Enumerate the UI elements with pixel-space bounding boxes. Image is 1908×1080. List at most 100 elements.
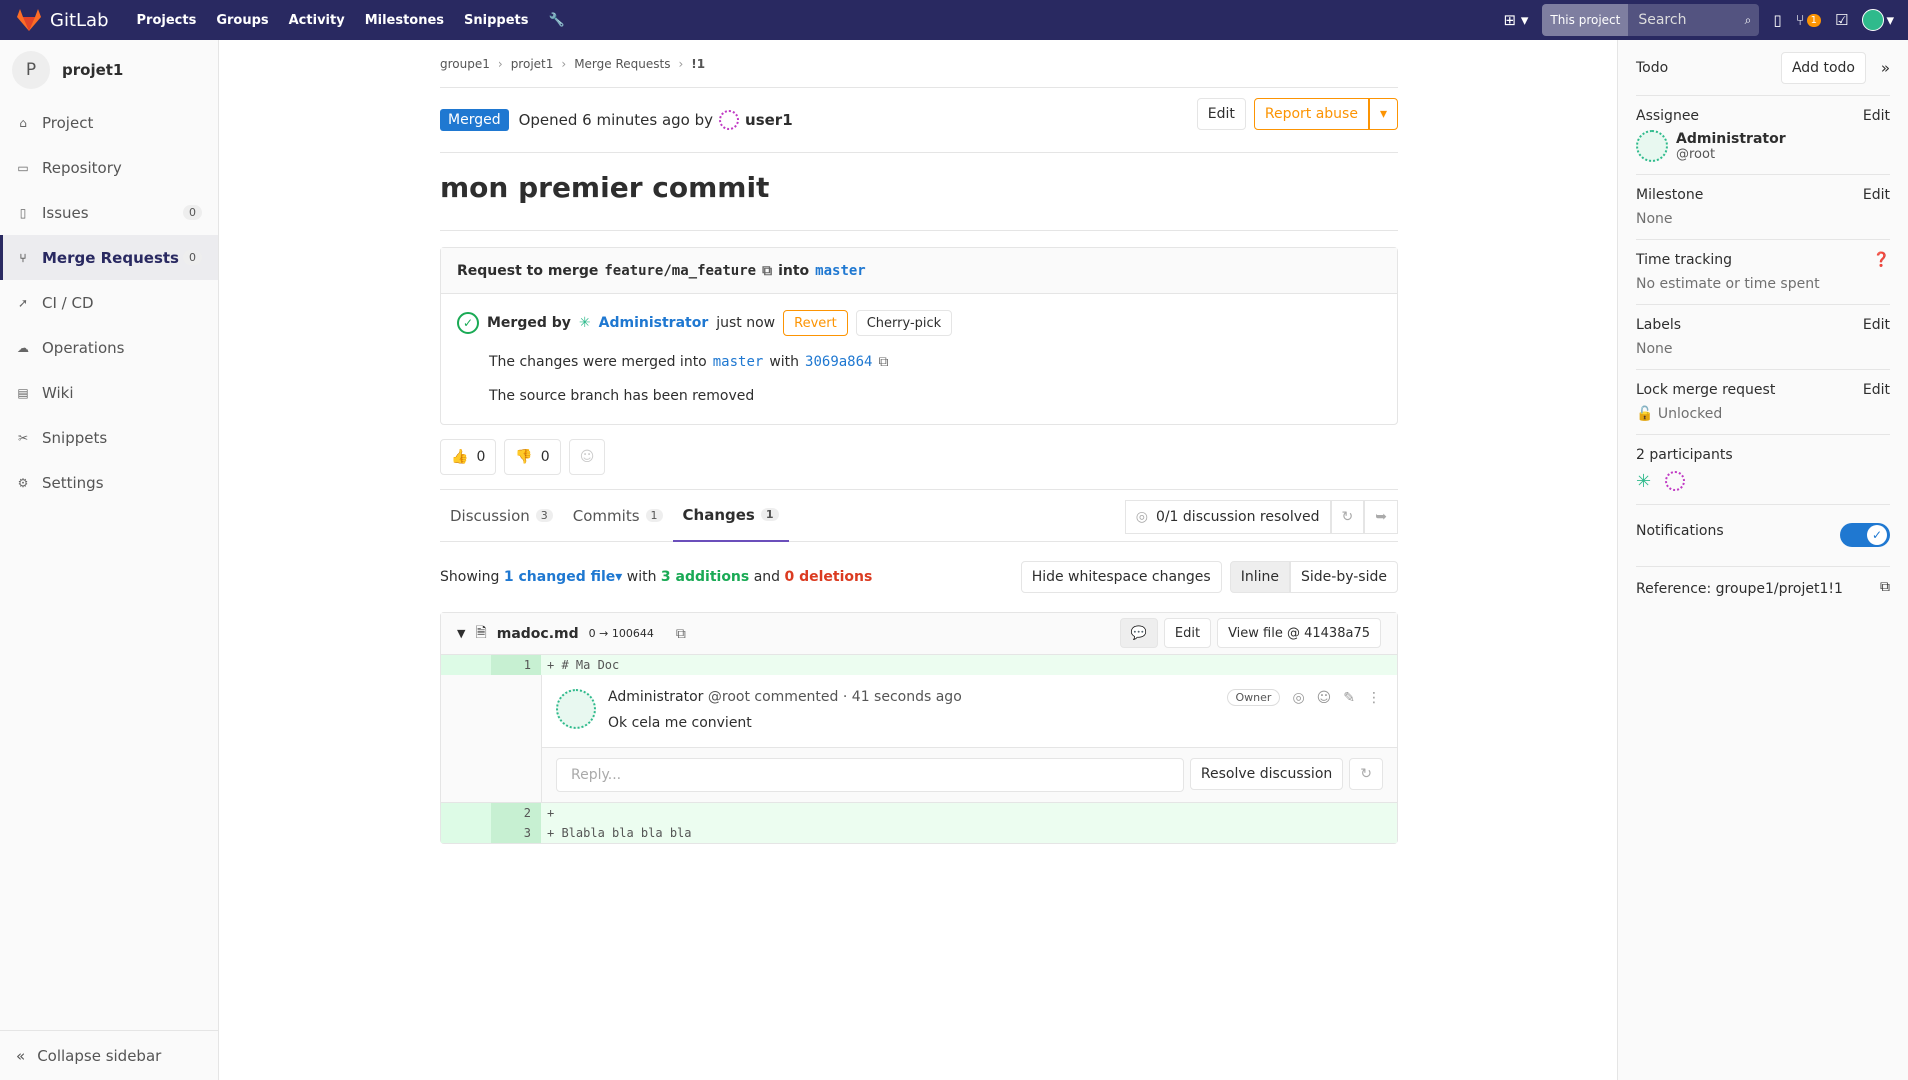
breadcrumb-group[interactable]: groupe1 (440, 57, 490, 71)
line-number[interactable]: 2 (491, 803, 541, 823)
edit-button[interactable]: Edit (1196, 98, 1246, 130)
edit-milestone-link[interactable]: Edit (1863, 187, 1890, 203)
add-todo-button[interactable]: Add todo (1780, 51, 1866, 84)
diff-line[interactable]: 2 + (441, 803, 1397, 823)
merged-by-user[interactable]: Administrator (599, 315, 709, 331)
copy-icon[interactable]: ⧉ (676, 626, 686, 642)
tab-count: 1 (645, 509, 663, 522)
sidebar-item-operations[interactable]: ☁ Operations (0, 325, 218, 370)
mr-count-badge: 1 (1806, 13, 1822, 27)
nav-groups[interactable]: Groups (216, 13, 268, 28)
caret-down-icon[interactable]: ▾ (615, 569, 622, 585)
changed-files-dropdown[interactable]: 1 changed file (504, 569, 615, 585)
todos-top-icon[interactable]: ☑ (1835, 11, 1848, 29)
line-number[interactable]: 1 (491, 655, 541, 675)
discussion-resolved-status: ◎ 0/1 discussion resolved ↻ ➥ (1124, 500, 1398, 534)
merge-request-icon: ⑂ (19, 250, 27, 265)
project-header[interactable]: P projet1 (0, 40, 218, 100)
gitlab-logo[interactable]: GitLab (16, 8, 109, 32)
issues-top-icon[interactable]: ▯ (1773, 11, 1781, 29)
hide-whitespace-button[interactable]: Hide whitespace changes (1020, 561, 1222, 593)
chevron-down-icon[interactable]: ▾ (1368, 98, 1398, 130)
jump-next-discussion-button[interactable]: ➥ (1364, 500, 1398, 534)
breadcrumb-project[interactable]: projet1 (511, 57, 554, 71)
toggle-comments-button[interactable]: 💬 (1119, 618, 1158, 648)
sidebar-item-ci-cd[interactable]: ➚ CI / CD (0, 280, 218, 325)
sidebar-item-snippets[interactable]: ✂ Snippets (0, 415, 218, 460)
thumbs-down-button[interactable]: 👎 0 (504, 439, 561, 475)
author-link[interactable]: user1 (745, 111, 793, 129)
nav-projects[interactable]: Projects (137, 13, 197, 28)
wrench-icon[interactable]: 🔧 (549, 13, 565, 28)
reply-input[interactable]: Reply... (556, 758, 1184, 792)
side-by-side-button[interactable]: Side-by-side (1290, 561, 1398, 593)
copy-icon[interactable]: ⧉ (762, 263, 772, 279)
avatar[interactable]: ✳ (1636, 471, 1651, 492)
tab-commits[interactable]: Commits 1 (563, 490, 673, 542)
project-name: projet1 (62, 61, 124, 79)
sidebar-item-issues[interactable]: ▯ Issues 0 (0, 190, 218, 235)
note-author[interactable]: Administrator (608, 689, 703, 705)
assignee-name[interactable]: Administrator (1676, 131, 1786, 147)
diff-line[interactable]: 3 + Blabla bla bla bla (441, 823, 1397, 843)
sidebar-item-project[interactable]: ⌂ Project (0, 100, 218, 145)
main-content: groupe1 › projet1 › Merge Requests › !1 Mer… (440, 40, 1398, 844)
inline-view-button[interactable]: Inline (1229, 561, 1290, 593)
report-abuse-button[interactable]: Report abuse (1253, 98, 1369, 130)
user-menu[interactable]: ▾ (1862, 9, 1894, 31)
milestone-block: Milestone Edit None (1636, 175, 1890, 240)
edit-file-button[interactable]: Edit (1163, 618, 1212, 648)
cherry-pick-button[interactable]: Cherry-pick (855, 310, 953, 336)
commit-sha-link[interactable]: 3069a864 (805, 354, 872, 370)
resolve-discussion-button[interactable]: Resolve discussion (1189, 758, 1344, 790)
sidebar-item-wiki[interactable]: ▤ Wiki (0, 370, 218, 415)
note-header: Administrator @root commented · 41 secon… (608, 689, 962, 705)
nav-activity[interactable]: Activity (289, 13, 345, 28)
collapse-file-icon[interactable]: ▼ (457, 627, 465, 640)
add-emoji-button[interactable]: ☺ (568, 439, 606, 475)
copy-icon[interactable]: ⧉ (878, 354, 888, 370)
view-file-button[interactable]: View file @ 41438a75 (1217, 618, 1381, 648)
collapse-sidebar-button[interactable]: « Collapse sidebar (0, 1030, 219, 1080)
sidebar-item-repository[interactable]: ▭ Repository (0, 145, 218, 190)
search-input[interactable]: Search (1628, 12, 1744, 28)
sidebar-item-merge-requests[interactable]: ⑂ Merge Requests 0 (0, 235, 218, 280)
nav-snippets[interactable]: Snippets (464, 13, 528, 28)
collapse-right-sidebar-icon[interactable]: » (1881, 59, 1890, 77)
merged-when: just now (716, 315, 776, 331)
copy-icon[interactable]: ⧉ (1880, 579, 1890, 595)
help-icon[interactable]: ❓ (1873, 252, 1890, 268)
file-name[interactable]: madoc.md (497, 626, 579, 642)
merged-branch-link[interactable]: master (713, 354, 764, 370)
tab-discussion[interactable]: Discussion 3 (440, 490, 563, 542)
search-box[interactable]: This project Search ⌕ (1542, 4, 1760, 36)
edit-assignee-link[interactable]: Edit (1863, 108, 1890, 124)
resolve-check-icon[interactable]: ◎ (1292, 690, 1304, 706)
sidebar-item-settings[interactable]: ⚙ Settings (0, 460, 218, 505)
breadcrumb-merge-requests[interactable]: Merge Requests (574, 57, 670, 71)
tab-changes[interactable]: Changes 1 (672, 490, 789, 542)
breadcrumb-separator: › (497, 56, 503, 71)
breadcrumb: groupe1 › projet1 › Merge Requests › !1 (440, 40, 1398, 88)
avatar[interactable] (1665, 471, 1686, 491)
pencil-icon[interactable]: ✎ (1343, 690, 1355, 706)
edit-labels-link[interactable]: Edit (1863, 317, 1890, 333)
labels-value: None (1636, 341, 1673, 357)
resolve-all-button[interactable]: ↻ (1330, 500, 1365, 534)
breadcrumb-mr-id[interactable]: !1 (691, 57, 705, 71)
thumbs-up-button[interactable]: 👍 0 (440, 439, 497, 475)
merge-requests-top-icon[interactable]: ⑂ 1 (1796, 11, 1822, 29)
notifications-toggle[interactable] (1840, 523, 1890, 547)
plus-dropdown-icon[interactable]: ⊞ ▾ (1503, 11, 1528, 29)
edit-lock-link[interactable]: Edit (1863, 382, 1890, 398)
smiley-icon[interactable]: ☺ (1317, 690, 1332, 706)
line-number[interactable]: 3 (491, 823, 541, 843)
more-actions-icon[interactable]: ⋮ (1367, 690, 1381, 706)
issues-count: 0 (183, 205, 202, 220)
target-branch-link[interactable]: master (815, 263, 866, 279)
resolve-new-issue-button[interactable]: ↻ (1349, 758, 1383, 790)
diff-line[interactable]: 1 + # Ma Doc (441, 655, 1397, 675)
source-removed-text: The source branch has been removed (489, 388, 755, 404)
nav-milestones[interactable]: Milestones (365, 13, 444, 28)
revert-button[interactable]: Revert (783, 310, 848, 336)
